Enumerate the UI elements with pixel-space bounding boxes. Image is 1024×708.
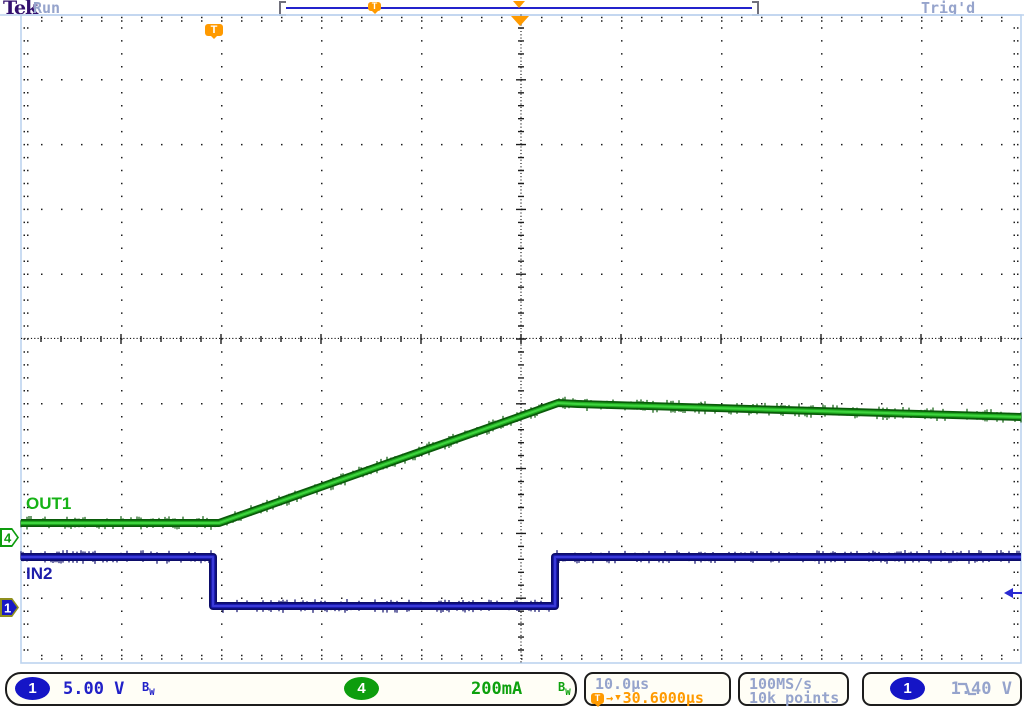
trace-label-in2: IN2 xyxy=(26,564,52,584)
expansion-point-marker-icon[interactable] xyxy=(511,16,529,26)
channel-1-ground-marker[interactable]: 1 xyxy=(0,598,19,617)
trace-label-out1: OUT1 xyxy=(26,494,71,514)
delay-arrow-icon: → xyxy=(606,691,613,705)
trigger-level-value: 1.40 V xyxy=(951,679,1012,699)
channel-1-bandwidth-limit-icon: BW xyxy=(142,680,155,698)
channel-1-marker-number: 1 xyxy=(4,600,11,615)
trigger-level-arrow-icon[interactable] xyxy=(1004,588,1022,599)
acquisition-readout-box[interactable]: 100MS/s 10k points xyxy=(738,672,849,706)
channel-scale-readout-box[interactable]: 1 5.00 V BW 4 200mA BW xyxy=(5,672,577,706)
delay-marker-icon: ▼ xyxy=(615,693,620,703)
channel-1-scale: 5.00 V xyxy=(63,679,124,699)
channel-4-badge[interactable]: 4 xyxy=(344,677,379,700)
trigger-readout-box[interactable]: 1 1.40 V xyxy=(862,672,1022,706)
trigger-source-badge: 1 xyxy=(890,677,925,700)
oscilloscope-screen: Tek Run Trig'd T T OUT1 IN2 4 1 1 5.00 V… xyxy=(0,0,1024,708)
channel-4-scale: 200mA xyxy=(471,679,522,699)
delay-value: 30.6000µs xyxy=(623,689,704,707)
waveform-display xyxy=(0,0,1024,708)
timebase-readout-box[interactable]: 10.0µs T → ▼ 30.6000µs xyxy=(584,672,731,706)
trigger-level-arrow-tail xyxy=(1012,592,1022,594)
channel-4-marker-number: 4 xyxy=(4,530,11,545)
trigger-delay-readout: T → ▼ 30.6000µs xyxy=(591,689,704,707)
delay-trigger-icon: T xyxy=(591,693,604,704)
channel-1-badge[interactable]: 1 xyxy=(15,677,50,700)
channel-4-ground-marker[interactable]: 4 xyxy=(0,528,19,547)
record-length: 10k points xyxy=(749,689,839,707)
channel-4-bandwidth-limit-icon: BW xyxy=(558,680,571,698)
trigger-point-icon[interactable]: T xyxy=(205,24,223,36)
